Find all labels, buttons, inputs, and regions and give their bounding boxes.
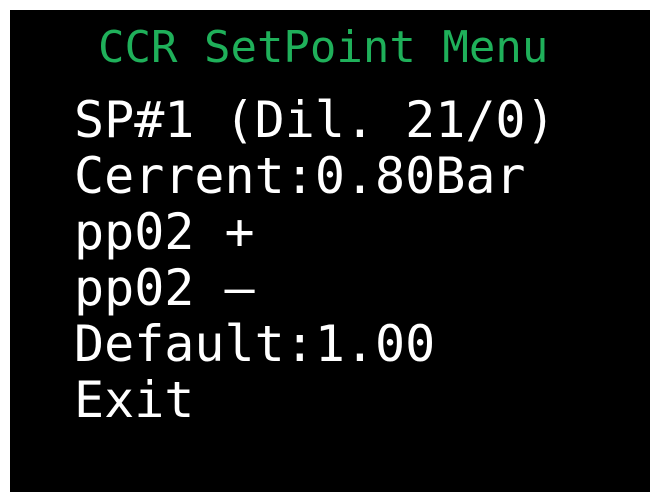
menu-item-current-value[interactable]: Cerrent:0.80Bar — [74, 148, 556, 204]
menu-item-ppo2-increase[interactable]: pp02 + — [74, 204, 556, 260]
menu-item-default-value[interactable]: Default:1.00 — [74, 316, 556, 372]
device-screen: CCR SetPoint Menu SP#1 (Dil. 21/0) Cerre… — [10, 10, 650, 492]
menu-item-ppo2-decrease[interactable]: pp02 — — [74, 260, 556, 316]
menu-item-exit[interactable]: Exit — [74, 372, 556, 428]
menu-list: SP#1 (Dil. 21/0) Cerrent:0.80Bar pp02 + … — [74, 92, 556, 428]
menu-item-setpoint-1[interactable]: SP#1 (Dil. 21/0) — [74, 92, 556, 148]
menu-title: CCR SetPoint Menu — [98, 22, 549, 73]
